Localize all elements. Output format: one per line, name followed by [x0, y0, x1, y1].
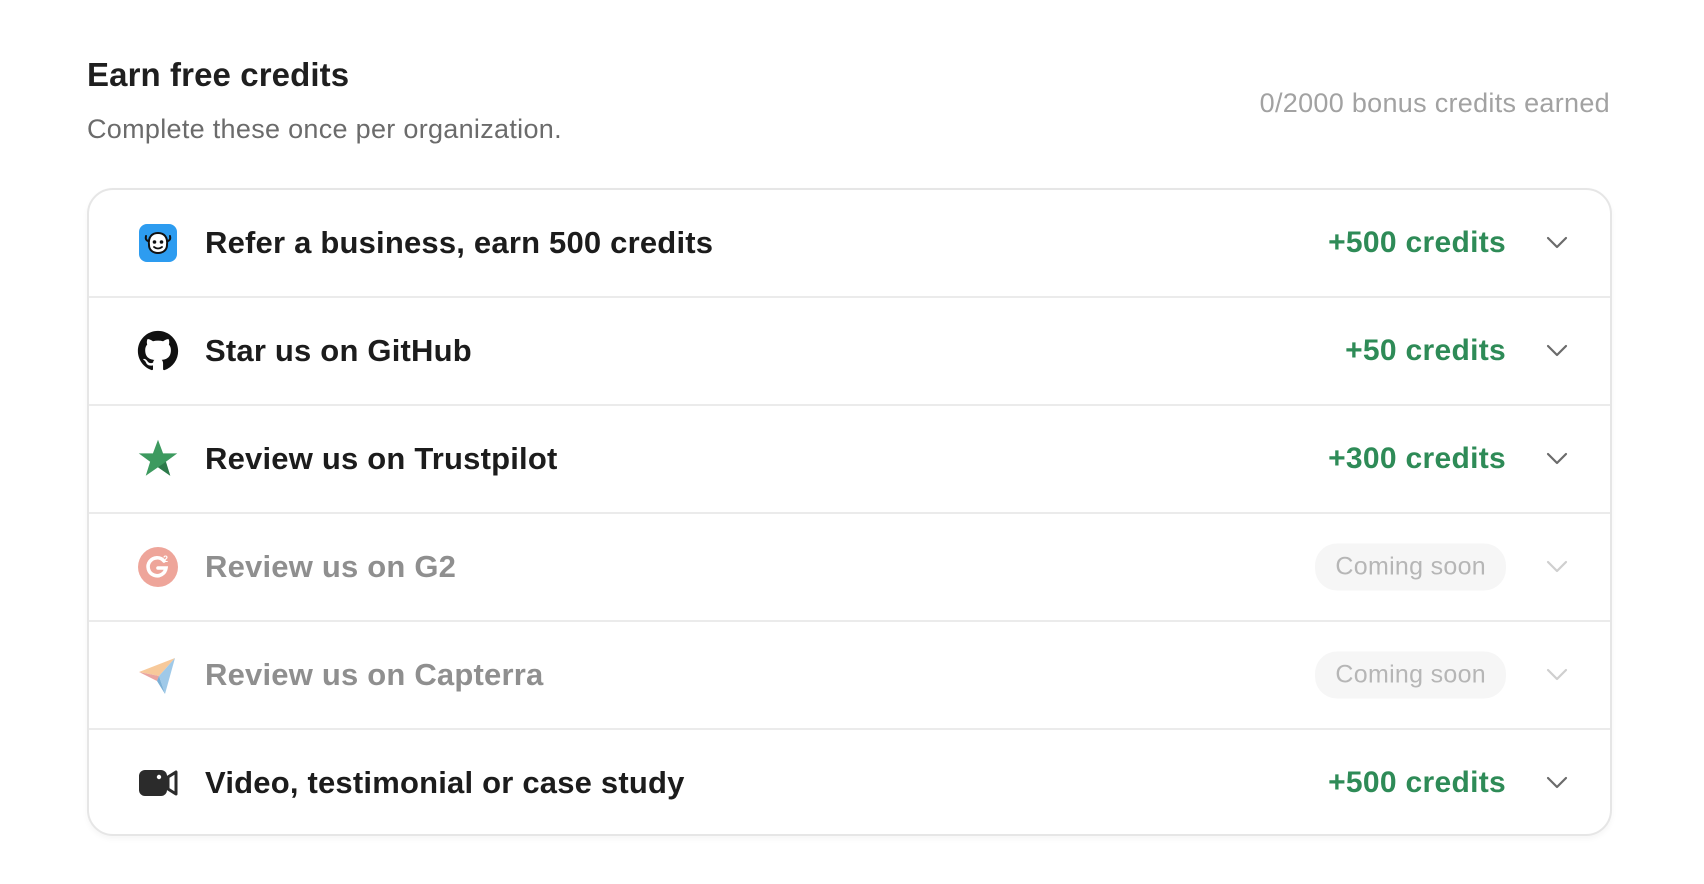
chevron-down-icon[interactable]: [1546, 560, 1568, 574]
video-camera-icon: [137, 762, 179, 804]
github-icon: [137, 330, 179, 372]
trustpilot-star-icon: [137, 438, 179, 480]
chevron-down-icon[interactable]: [1546, 344, 1568, 358]
page-subtitle: Complete these once per organization.: [87, 114, 562, 144]
task-row-video-testimonial[interactable]: Video, testimonial or case study +500 cr…: [89, 730, 1610, 834]
section-header: Earn free credits Complete these once pe…: [87, 56, 1610, 156]
earn-credits-page: Earn free credits Complete these once pe…: [0, 0, 1704, 884]
capterra-icon: [137, 654, 179, 696]
task-row-trustpilot[interactable]: Review us on Trustpilot +300 credits: [89, 406, 1610, 514]
task-label: Review us on Trustpilot: [205, 441, 558, 476]
bonus-credits-progress: 0/2000 bonus credits earned: [1259, 88, 1610, 118]
page-title: Earn free credits: [87, 56, 350, 93]
task-row-refer-business[interactable]: Refer a business, earn 500 credits +500 …: [89, 190, 1610, 298]
credit-reward: +50 credits: [1345, 334, 1506, 367]
task-label: Refer a business, earn 500 credits: [205, 225, 714, 260]
task-label: Star us on GitHub: [205, 333, 472, 368]
task-row-g2[interactable]: 2 Review us on G2 Coming soon: [89, 514, 1610, 622]
referral-app-icon: [137, 222, 179, 264]
chevron-down-icon[interactable]: [1546, 668, 1568, 682]
chevron-down-icon[interactable]: [1546, 776, 1568, 790]
credit-reward: +500 credits: [1328, 226, 1506, 259]
credit-reward: +500 credits: [1328, 766, 1506, 799]
svg-text:2: 2: [163, 554, 168, 564]
g2-icon: 2: [137, 546, 179, 588]
credit-tasks-list: Refer a business, earn 500 credits +500 …: [87, 188, 1612, 836]
task-row-github[interactable]: Star us on GitHub +50 credits: [89, 298, 1610, 406]
task-row-capterra[interactable]: Review us on Capterra Coming soon: [89, 622, 1610, 730]
task-label: Review us on G2: [205, 549, 457, 584]
credit-reward: +300 credits: [1328, 442, 1506, 475]
coming-soon-badge: Coming soon: [1315, 543, 1506, 591]
coming-soon-badge: Coming soon: [1315, 651, 1506, 699]
chevron-down-icon[interactable]: [1546, 236, 1568, 250]
chevron-down-icon[interactable]: [1546, 452, 1568, 466]
task-label: Review us on Capterra: [205, 657, 544, 692]
task-label: Video, testimonial or case study: [205, 765, 685, 800]
